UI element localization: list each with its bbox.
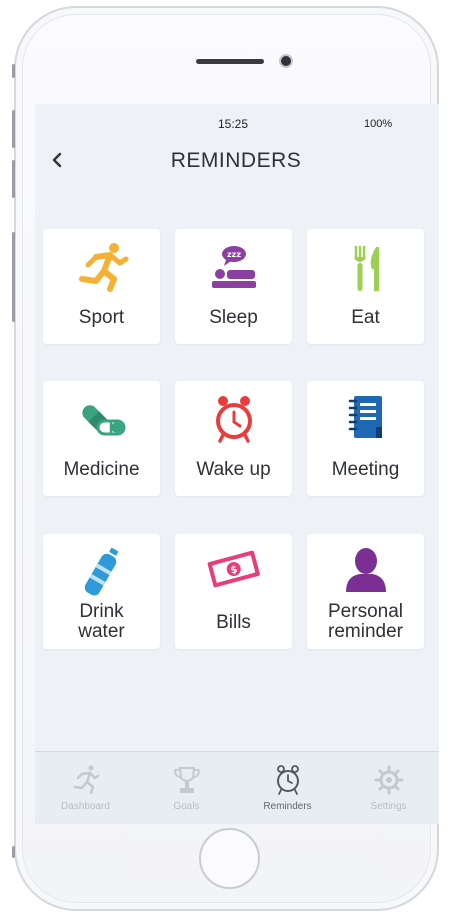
bed-sleep-icon: zzz bbox=[212, 246, 256, 288]
trophy-icon bbox=[174, 767, 200, 793]
reminder-label: Sleep bbox=[209, 307, 258, 328]
notebook-icon bbox=[348, 396, 382, 438]
alarm-clock-icon bbox=[277, 765, 299, 795]
svg-text:zzz: zzz bbox=[227, 250, 241, 259]
status-time: 15:25 bbox=[218, 117, 249, 131]
reminder-label-line-1: Personal bbox=[328, 601, 403, 622]
chevron-left-icon bbox=[52, 152, 62, 168]
side-button bbox=[12, 64, 15, 78]
reminder-tile-medicine[interactable]: Medicine bbox=[43, 381, 160, 496]
home-button[interactable] bbox=[199, 828, 260, 889]
running-person-icon bbox=[73, 765, 100, 795]
tab-label: Settings bbox=[370, 801, 407, 812]
running-person-icon bbox=[79, 243, 129, 292]
reminder-tile-personal-reminder[interactable]: Personal reminder bbox=[307, 534, 424, 649]
gear-icon bbox=[374, 765, 404, 795]
tab-label: Dashboard bbox=[61, 801, 110, 812]
reminder-label: Sport bbox=[78, 307, 125, 328]
volume-up-button bbox=[12, 110, 15, 148]
reminder-tile-eat[interactable]: Eat bbox=[307, 229, 424, 344]
reminder-label-line-2: water bbox=[78, 621, 125, 642]
reminder-label: Wake up bbox=[196, 459, 271, 480]
reminder-label: Medicine bbox=[63, 459, 140, 480]
water-bottle-icon bbox=[84, 547, 119, 596]
tab-label: Goals bbox=[173, 801, 200, 812]
tab-settings[interactable]: Settings bbox=[338, 752, 439, 824]
tab-label: Reminders bbox=[263, 801, 312, 812]
reminder-tile-wake-up[interactable]: Wake up bbox=[175, 381, 292, 496]
reminder-tile-sport[interactable]: Sport bbox=[43, 229, 160, 344]
reminder-tile-bills[interactable]: $ Bills bbox=[175, 534, 292, 649]
reminder-tile-drink-water[interactable]: Drink water bbox=[43, 534, 160, 649]
reminder-label: Bills bbox=[216, 612, 251, 633]
fork-knife-icon bbox=[354, 245, 379, 291]
lower-side-marker bbox=[12, 846, 15, 858]
reminder-label: Meeting bbox=[331, 459, 400, 480]
person-icon bbox=[346, 548, 386, 592]
banknote-icon: $ bbox=[207, 550, 260, 588]
front-camera bbox=[281, 56, 291, 66]
tab-goals[interactable]: Goals bbox=[136, 752, 237, 824]
reminder-tile-sleep[interactable]: zzz Sleep bbox=[175, 229, 292, 344]
volume-down-button bbox=[12, 160, 15, 198]
page-title: REMINDERS bbox=[170, 149, 302, 172]
tab-bar: Dashboard Goals Reminders Settings bbox=[35, 751, 439, 824]
tab-dashboard[interactable]: Dashboard bbox=[35, 752, 136, 824]
alarm-clock-icon bbox=[216, 396, 252, 443]
reminder-label-line-1: Drink bbox=[79, 601, 124, 622]
reminder-label-line-2: reminder bbox=[328, 621, 403, 642]
tab-reminders[interactable]: Reminders bbox=[237, 752, 338, 824]
back-button[interactable] bbox=[51, 148, 71, 172]
status-battery: 100% bbox=[364, 118, 393, 130]
side-button-lower bbox=[12, 232, 15, 322]
earpiece-speaker bbox=[196, 59, 264, 64]
reminder-label: Eat bbox=[351, 307, 380, 328]
reminder-tile-meeting[interactable]: Meeting bbox=[307, 381, 424, 496]
app-screen: 15:25 100% REMINDERS Sport zzz Sleep Eat… bbox=[35, 104, 439, 824]
pill-capsule-icon bbox=[82, 405, 126, 436]
